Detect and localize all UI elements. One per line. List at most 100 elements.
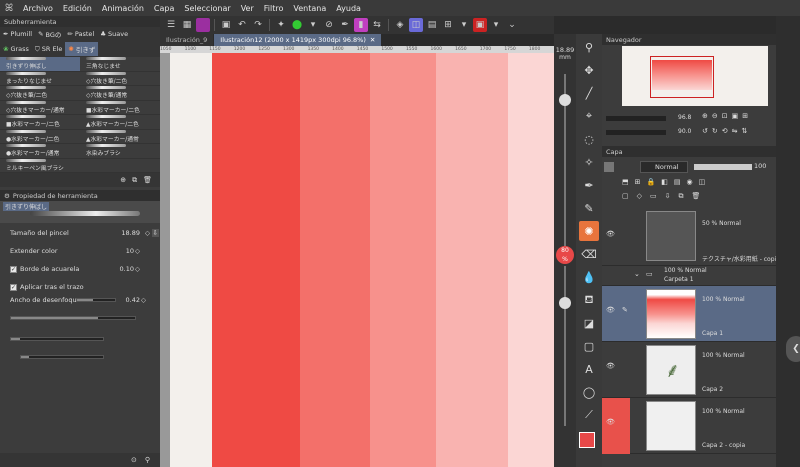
menu-filtro[interactable]: Filtro — [259, 4, 289, 13]
rotate-slider[interactable] — [606, 130, 666, 135]
text-tool-icon[interactable]: A — [579, 359, 599, 379]
brush-item[interactable]: ◇穴抜き筆/通常 — [80, 86, 160, 100]
brush-color-icon[interactable]: ▮ — [354, 18, 368, 32]
zoom-tool-icon[interactable]: ⚲ — [579, 37, 599, 57]
move-tool-icon[interactable]: ✥ — [579, 60, 599, 80]
brush-item[interactable]: 引きずり伸ばし — [0, 57, 80, 71]
brush-item[interactable]: ▲水彩マーカー/通常 — [80, 129, 160, 144]
redo-icon[interactable]: ↷ — [251, 18, 265, 32]
color-icon[interactable]: ◉ — [686, 178, 692, 186]
brush-item[interactable]: ◇穴抜き筆/二色 — [0, 86, 80, 100]
fill-tool-icon[interactable]: ⛾ — [579, 290, 599, 310]
dropdown-icon-2[interactable]: ▾ — [457, 18, 471, 32]
adjust-icon[interactable]: ⇆ — [370, 18, 384, 32]
ruler-icon[interactable]: ▤ — [425, 18, 439, 32]
operation-tool-icon[interactable]: ⌖ — [579, 106, 599, 126]
lock-icon[interactable]: 🔒 — [647, 178, 656, 186]
copy-subtool-icon[interactable]: ⧉ — [132, 176, 137, 185]
figure-tool-icon[interactable]: ▢ — [579, 336, 599, 356]
opacity-vslider-knob[interactable] — [559, 297, 571, 309]
lasso-tool-icon[interactable]: ◌ — [579, 129, 599, 149]
brush-item[interactable]: ミルキーペン風ブラシ — [0, 158, 80, 173]
save-icon[interactable]: ▣ — [219, 18, 233, 32]
edge-slider[interactable] — [20, 355, 104, 359]
ref-icon[interactable]: ⊞ — [635, 178, 641, 186]
blur-slider[interactable] — [76, 298, 116, 302]
download-icon[interactable]: ⊙ — [131, 456, 137, 464]
ruler-tool-icon[interactable]: ⟋ — [579, 405, 599, 425]
layer-row-selected[interactable]: 👁 ✎ 100 % Normal Capa 1 — [602, 286, 776, 342]
group-tab[interactable]: ✎ BGの — [35, 27, 64, 41]
trash-icon[interactable]: 🗑 — [143, 176, 152, 184]
grid-icon[interactable]: ⊞ — [441, 18, 455, 32]
line-tool-icon[interactable]: ╱ — [579, 83, 599, 103]
mask-icon[interactable]: ◧ — [661, 178, 668, 186]
rotate-right-icon[interactable]: ↻ — [712, 127, 718, 135]
eraser-tool-icon[interactable]: ⌫ — [579, 244, 599, 264]
visibility-eye-icon[interactable]: 👁 — [606, 230, 615, 238]
fit-window-icon[interactable]: ⊞ — [742, 112, 748, 120]
duplicate-icon[interactable]: ⧉ — [679, 192, 684, 201]
balloon-tool-icon[interactable]: ◯ — [579, 382, 599, 402]
flip-h-icon[interactable]: ⇋ — [732, 127, 738, 135]
rotate-left-icon[interactable]: ↺ — [702, 127, 708, 135]
actual-size-icon[interactable]: ▣ — [732, 112, 739, 120]
menu-seleccionar[interactable]: Seleccionar — [179, 4, 235, 13]
outline-icon[interactable]: ▤ — [674, 178, 681, 186]
color-swatch-icon[interactable] — [196, 18, 210, 32]
brush-item[interactable]: まったりなじませ — [0, 71, 80, 86]
watercolor-tool-icon[interactable]: 💧 — [579, 267, 599, 287]
canvas-area[interactable] — [160, 53, 554, 467]
brush-item[interactable]: ◇穴抜きマーカー/通常 — [0, 100, 80, 115]
brush-item[interactable]: 三角なじませ — [80, 57, 160, 71]
eyedropper-tool-icon[interactable]: ✒ — [579, 175, 599, 195]
dropdown-icon[interactable]: ▾ — [306, 18, 320, 32]
pen-tool-icon[interactable]: ✎ — [579, 198, 599, 218]
zoom-out-icon[interactable]: ⊖ — [712, 112, 718, 120]
undo-icon[interactable]: ↶ — [235, 18, 249, 32]
menu-capa[interactable]: Capa — [149, 4, 179, 13]
blur-value[interactable]: 0.42 — [126, 296, 140, 304]
menu-edicion[interactable]: Edición — [58, 4, 97, 13]
eyedropper-icon[interactable]: ✒ — [338, 18, 352, 32]
new-raster-icon[interactable]: ▢ — [622, 192, 629, 201]
zoom-value[interactable]: 96.8 — [678, 114, 691, 121]
group-tab[interactable]: ⛉ SR Ele — [32, 42, 66, 56]
canvas-paper[interactable] — [170, 53, 554, 467]
fit-icon[interactable]: ⊡ — [722, 112, 728, 120]
close-icon[interactable]: ✕ — [370, 36, 375, 44]
layer-row[interactable]: 👁 100 % Normal Capa 2 - copia — [602, 398, 776, 454]
brush-item[interactable]: ▲水彩マーカー/二色 — [80, 115, 160, 129]
layer-options-icon[interactable]: ◫ — [699, 178, 706, 186]
menu-ayuda[interactable]: Ayuda — [331, 4, 366, 13]
size-vslider-knob[interactable] — [559, 94, 571, 106]
brush-item[interactable]: 水染みブラシ — [80, 144, 160, 158]
extend-stepper-icon[interactable]: ◇ — [135, 247, 140, 255]
tab-ilustracion-12[interactable]: Ilustración12 (2000 x 1419px 300dpi 96.8… — [214, 34, 382, 46]
extend-slider[interactable] — [10, 337, 104, 341]
record-icon[interactable]: ▣ — [473, 18, 487, 32]
brush-item[interactable]: ◇穴抜き筆/二色 — [80, 71, 160, 86]
navigator-viewport[interactable] — [650, 56, 714, 98]
blur-stepper-icon[interactable]: ◇ — [141, 296, 146, 304]
transform-icon[interactable]: ⊘ — [322, 18, 336, 32]
fill-icon[interactable]: ⬤ — [290, 18, 304, 32]
rotate-value[interactable]: 90.0 — [678, 128, 691, 135]
opacity-vslider[interactable] — [564, 266, 566, 426]
brush-item[interactable]: ●水彩マーカー/二色 — [0, 129, 80, 144]
size-stepper-icon[interactable]: ◇ — [145, 229, 150, 237]
folder-row[interactable]: ⌄ ▭ 100 % Normal Carpeta 1 — [602, 266, 776, 286]
size-value[interactable]: 18.89 — [121, 229, 140, 237]
merge-icon[interactable]: ⇩ — [665, 192, 671, 201]
wand-tool-icon[interactable]: ✧ — [579, 152, 599, 172]
layer-row[interactable]: 👁 50 % Normal テクスチャ/水彩用紙 - copia — [602, 208, 780, 266]
menu-icon[interactable]: ☰ — [164, 18, 178, 32]
reset-rotate-icon[interactable]: ⟲ — [722, 127, 728, 135]
new-folder-icon[interactable]: ▭ — [650, 192, 657, 201]
visibility-eye-icon[interactable]: 👁 — [606, 362, 615, 370]
menu-ventana[interactable]: Ventana — [288, 4, 331, 13]
group-tab[interactable]: ❀ Grass — [0, 42, 32, 56]
edge-stepper-icon[interactable]: ◇ — [135, 265, 140, 273]
clip-icon[interactable]: ⬒ — [622, 178, 629, 186]
layer-opacity-value[interactable]: 100 — [754, 162, 766, 170]
